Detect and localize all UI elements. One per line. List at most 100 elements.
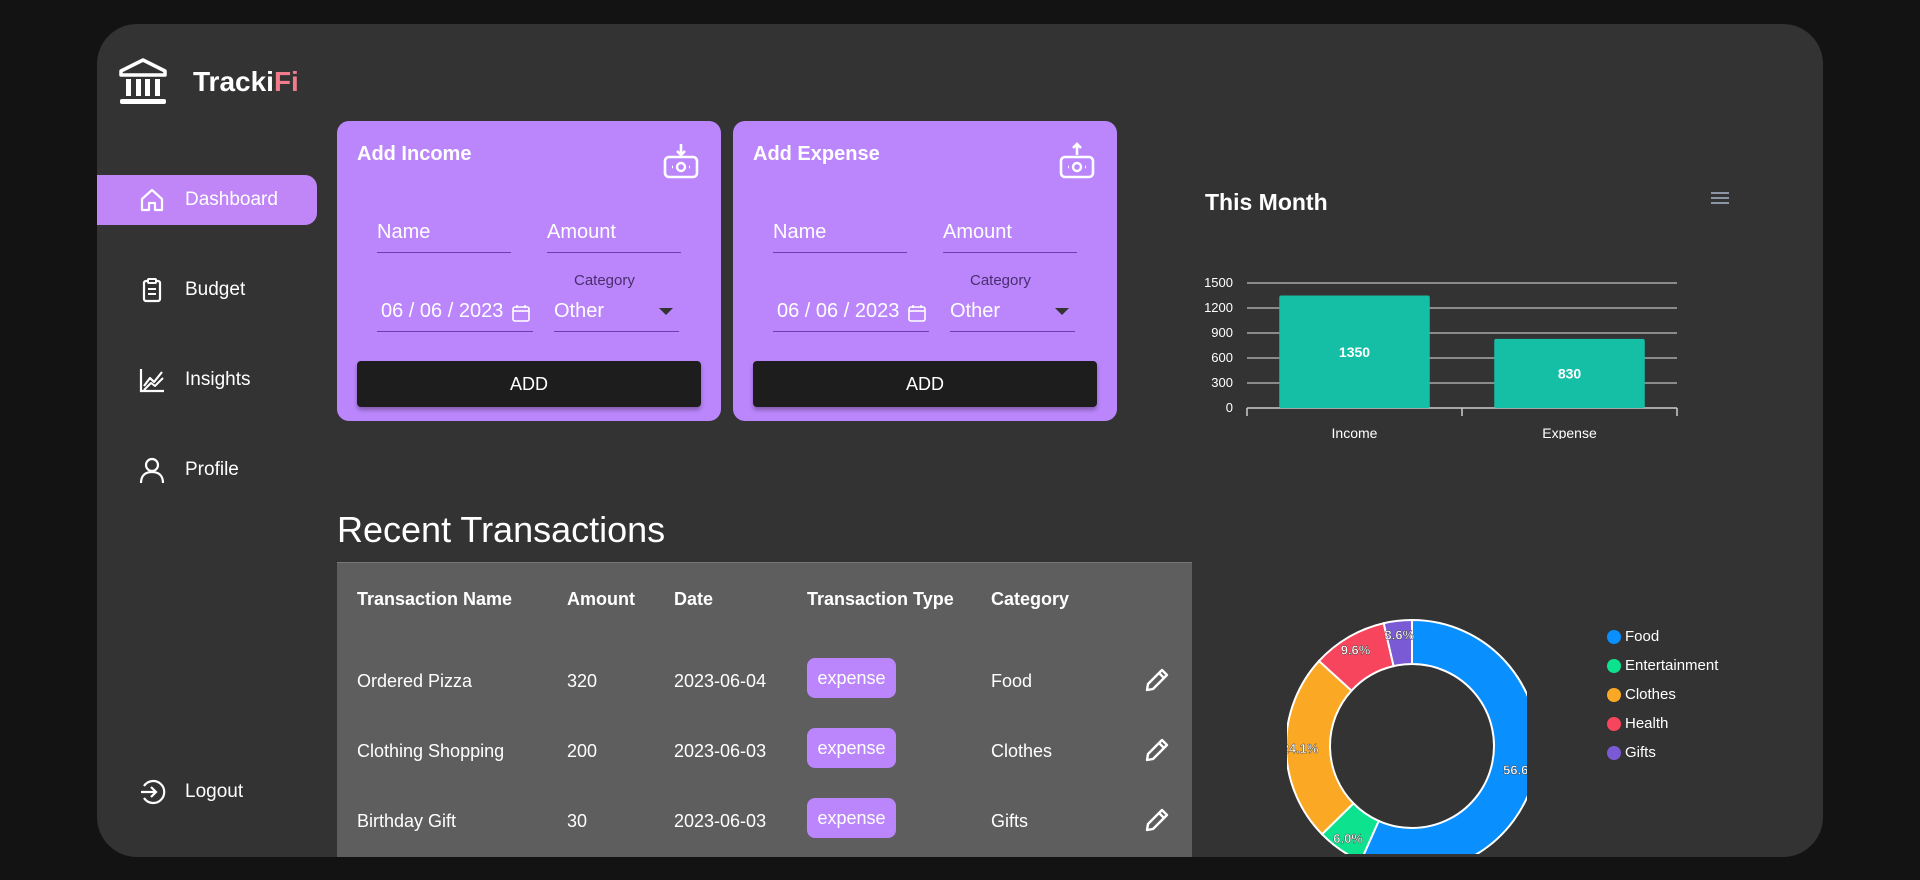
transaction-type-badge[interactable]: expense xyxy=(807,728,896,768)
transaction-date: 2023-06-04 xyxy=(674,671,767,691)
column-header: Category xyxy=(991,589,1070,609)
y-tick-label: 300 xyxy=(1211,375,1233,390)
brand: TrackiFi xyxy=(117,56,299,108)
expense-category-select[interactable]: Other xyxy=(950,296,1075,332)
sidebar-item-label: Profile xyxy=(185,459,239,480)
expense-name-placeholder: Name xyxy=(773,221,827,243)
transaction-date: 2023-06-03 xyxy=(674,741,767,761)
expense-category-value: Other xyxy=(950,300,1001,322)
sidebar-item-dashboard[interactable]: Dashboard xyxy=(97,175,317,225)
legend-marker xyxy=(1607,716,1621,731)
income-category-value: Other xyxy=(554,300,605,322)
calendar-icon[interactable] xyxy=(511,303,531,323)
hamburger-menu-icon[interactable] xyxy=(1709,189,1731,207)
table-row: Clothing Shopping 200 2023-06-03 expense… xyxy=(337,717,1192,787)
income-category-select[interactable]: Other xyxy=(554,296,679,332)
sidebar-item-insights[interactable]: Insights xyxy=(97,355,317,405)
app-window: TrackiFi Dashboard Budget Insights Profi… xyxy=(97,24,1823,857)
legend-label: Entertainment xyxy=(1625,657,1719,674)
home-icon xyxy=(137,185,167,215)
legend-label: Gifts xyxy=(1625,744,1656,761)
expense-amount-placeholder: Amount xyxy=(943,221,1012,243)
legend-item-health[interactable]: Health xyxy=(1607,709,1718,738)
bar-data-label: 830 xyxy=(1558,365,1582,381)
sidebar-item-budget[interactable]: Budget xyxy=(97,265,317,315)
expense-date-year: 2023 xyxy=(854,300,900,322)
logout-button[interactable]: Logout xyxy=(97,767,317,817)
brand-name-part2: Fi xyxy=(273,66,299,97)
sidebar-item-label: Dashboard xyxy=(185,189,278,210)
edit-pencil-icon[interactable] xyxy=(1142,665,1172,695)
transaction-name: Birthday Gift xyxy=(357,811,457,831)
add-expense-button[interactable]: ADD xyxy=(753,361,1097,407)
income-date-input[interactable]: 06 / 06 / 2023 xyxy=(377,296,533,332)
income-tray-icon xyxy=(663,144,699,179)
x-tick-label: Expense xyxy=(1542,425,1597,439)
transaction-type-badge[interactable]: expense xyxy=(807,658,896,698)
income-name-placeholder: Name xyxy=(377,221,431,243)
donut-chart: 56.6% 6.0% 24.1% 9.6% 3.6% xyxy=(1287,618,1527,854)
add-income-card: Add Income Name Amount Category 06 / 06 … xyxy=(337,121,721,421)
income-date-day: 06 xyxy=(419,300,443,322)
sidebar-item-profile[interactable]: Profile xyxy=(97,445,317,495)
donut-data-label: 6.0% xyxy=(1333,831,1363,846)
y-tick-label: 0 xyxy=(1226,400,1233,415)
expense-amount-input[interactable]: Amount xyxy=(943,217,1077,253)
donut-legend: Food Entertainment Clothes Health Gifts xyxy=(1607,622,1718,767)
chart-line-icon xyxy=(137,365,167,395)
table-row: Ordered Pizza 320 2023-06-04 expense Foo… xyxy=(337,647,1192,717)
edit-pencil-icon[interactable] xyxy=(1142,805,1172,835)
logout-icon xyxy=(137,777,167,807)
brand-name: TrackiFi xyxy=(193,66,299,98)
date-separator: / xyxy=(442,300,459,322)
expense-date-input[interactable]: 06 / 06 / 2023 xyxy=(773,296,929,332)
legend-marker xyxy=(1607,629,1621,644)
transaction-amount: 320 xyxy=(567,671,598,691)
add-expense-title: Add Expense xyxy=(753,143,880,165)
edit-pencil-icon[interactable] xyxy=(1142,735,1172,765)
expense-category-label: Category xyxy=(970,272,1031,289)
add-income-button[interactable]: ADD xyxy=(357,361,701,407)
legend-label: Food xyxy=(1625,628,1660,645)
sidebar-item-label: Budget xyxy=(185,279,246,300)
legend-item-entertainment[interactable]: Entertainment xyxy=(1607,651,1718,680)
expense-tray-icon xyxy=(1059,142,1095,179)
legend-item-gifts[interactable]: Gifts xyxy=(1607,738,1718,767)
transactions-table: Transaction Name Amount Date Transaction… xyxy=(337,562,1192,857)
income-date-month: 06 xyxy=(381,300,404,322)
transaction-name: Clothing Shopping xyxy=(357,741,505,761)
transaction-category: Food xyxy=(991,671,1033,691)
chevron-down-icon xyxy=(1055,308,1069,315)
legend-item-clothes[interactable]: Clothes xyxy=(1607,680,1718,709)
column-header: Transaction Name xyxy=(357,589,513,609)
expense-date-month: 06 xyxy=(777,300,800,322)
logout-label: Logout xyxy=(185,781,244,802)
column-header: Transaction Type xyxy=(807,589,954,609)
expense-name-input[interactable]: Name xyxy=(773,217,907,253)
y-tick-label: 600 xyxy=(1211,350,1233,365)
legend-marker xyxy=(1607,658,1621,673)
transaction-type-badge[interactable]: expense xyxy=(807,798,896,838)
y-tick-label: 1200 xyxy=(1204,300,1233,315)
legend-label: Health xyxy=(1625,715,1669,732)
bar-data-label: 1350 xyxy=(1339,344,1370,360)
user-icon xyxy=(137,455,167,485)
donut-data-label: 24.1% xyxy=(1287,741,1319,756)
donut-data-label: 56.6% xyxy=(1503,762,1527,777)
expense-date-day: 06 xyxy=(815,300,839,322)
transaction-name: Ordered Pizza xyxy=(357,671,473,691)
calendar-icon[interactable] xyxy=(907,303,927,323)
bank-icon xyxy=(119,58,167,104)
income-name-input[interactable]: Name xyxy=(377,217,511,253)
clipboard-icon xyxy=(137,275,167,305)
income-category-label: Category xyxy=(574,272,635,289)
add-income-title: Add Income xyxy=(357,143,472,165)
legend-marker xyxy=(1607,687,1621,702)
transaction-category: Gifts xyxy=(991,811,1029,831)
income-amount-input[interactable]: Amount xyxy=(547,217,681,253)
legend-item-food[interactable]: Food xyxy=(1607,622,1718,651)
column-header: Date xyxy=(674,589,714,609)
donut-data-label: 9.6% xyxy=(1341,642,1371,657)
y-tick-label: 1500 xyxy=(1204,275,1233,290)
column-header: Amount xyxy=(567,589,635,609)
